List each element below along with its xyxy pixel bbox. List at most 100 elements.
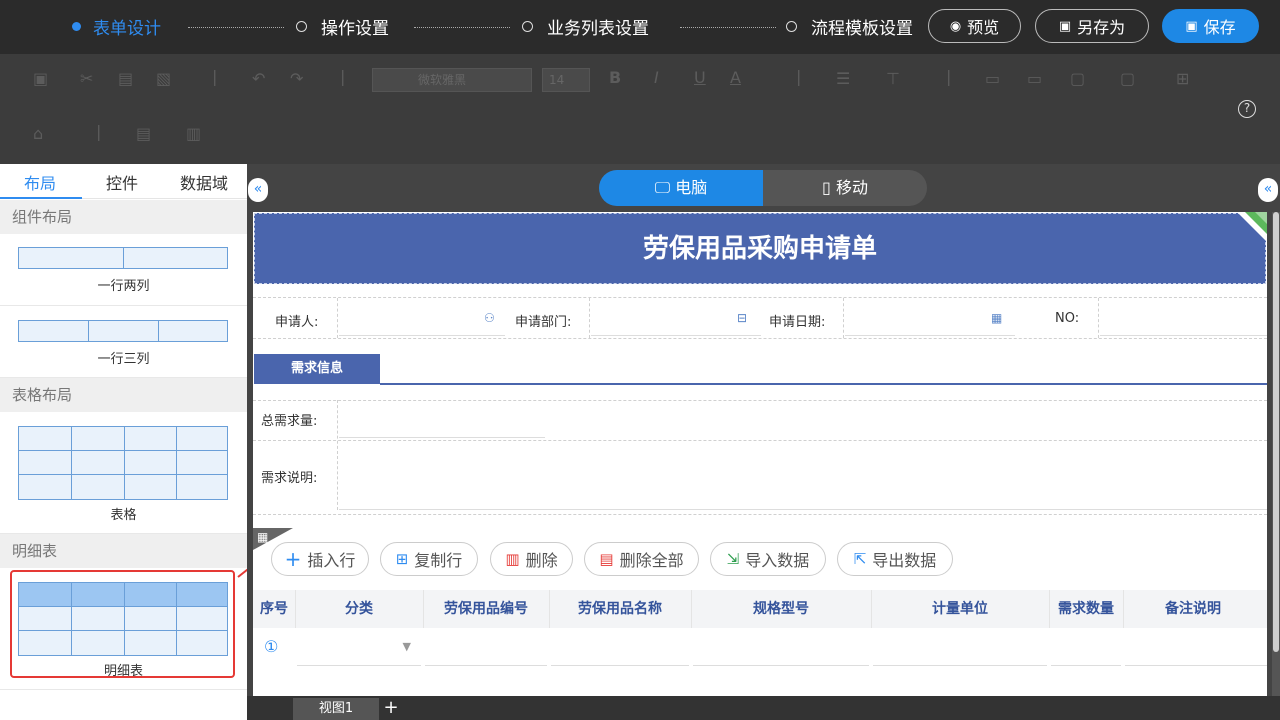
vertical-scrollbar[interactable] <box>1272 212 1280 696</box>
spec-cell[interactable] <box>693 628 869 666</box>
save-as-icon: ▣ <box>1058 18 1072 34</box>
step-connector <box>188 27 284 28</box>
remark-cell[interactable] <box>1125 628 1267 666</box>
quantity-cell[interactable] <box>1051 628 1121 666</box>
copy-format-icon[interactable]: ▣ <box>33 69 48 88</box>
insert-col-icon[interactable]: ▥ <box>186 124 201 143</box>
align-icon[interactable]: ☰ <box>836 69 850 88</box>
layout-three-col[interactable]: 一行三列 <box>0 306 247 378</box>
date-label: 申请日期: <box>769 315 826 330</box>
delete-all-label: 删除全部 <box>619 551 684 570</box>
preview-label: 预览 <box>967 18 1000 37</box>
step-connector <box>414 27 510 28</box>
split-cells-icon[interactable]: ▭ <box>1027 69 1042 88</box>
dept-label: 申请部门: <box>515 315 572 330</box>
underline-icon[interactable]: U <box>694 68 706 87</box>
copy-icon[interactable]: ▤ <box>118 69 133 88</box>
col-remark: 备注说明 <box>1165 601 1221 617</box>
view-tab-1[interactable]: 视图1 <box>293 698 379 720</box>
copy-row-button[interactable]: ⊞ 复制行 <box>380 542 478 576</box>
mobile-toggle[interactable]: ▯ 移动 <box>763 170 927 206</box>
save-as-button[interactable]: ▣ 另存为 <box>1035 9 1149 43</box>
corner-marker-icon <box>1237 212 1267 242</box>
export-icon: ⇱ <box>853 550 867 568</box>
dropdown-caret-icon[interactable]: ▼ <box>403 640 411 653</box>
layout-two-col[interactable]: 一行两列 <box>0 234 247 306</box>
tab-controls[interactable]: 控件 <box>106 170 138 194</box>
form-sheet: 劳保用品采购申请单 申请人: ⚇ 申请部门: ⊟ 申请日期: ▦ NO: 需求信… <box>253 212 1267 696</box>
save-label: 保存 <box>1203 18 1236 37</box>
border-color-icon[interactable]: ▢ <box>1070 69 1085 88</box>
grid-line <box>253 338 1267 339</box>
tab-layout[interactable]: 布局 <box>24 170 56 194</box>
add-view-button[interactable]: + <box>381 697 401 719</box>
step-form-design[interactable]: 表单设计 <box>72 14 161 39</box>
save-icon: ▣ <box>1185 18 1198 34</box>
row-index: ① <box>264 637 279 656</box>
tab-data-domain[interactable]: 数据域 <box>180 170 228 194</box>
org-icon: ⊟ <box>737 311 748 325</box>
paste-icon[interactable]: ▧ <box>156 69 171 88</box>
code-cell[interactable] <box>425 628 547 666</box>
col-code: 劳保用品编号 <box>444 601 528 617</box>
unit-cell[interactable] <box>873 628 1047 666</box>
step-label: 操作设置 <box>321 19 389 39</box>
applicant-label: 申请人: <box>275 315 319 330</box>
italic-icon[interactable]: I <box>654 68 659 87</box>
font-size-select[interactable]: 14 <box>542 68 590 92</box>
collapse-left-button[interactable]: « <box>248 178 268 202</box>
bold-icon[interactable]: B <box>609 68 621 87</box>
step-flow-template[interactable]: 流程模板设置 <box>786 14 913 39</box>
border-icon[interactable]: ⊞ <box>1176 69 1189 88</box>
highlight-box <box>10 570 235 678</box>
col-category: 分类 <box>345 601 373 617</box>
layout-table[interactable]: 表格 <box>0 412 247 534</box>
scroll-thumb[interactable] <box>1273 212 1279 652</box>
table-header: 序号 分类 劳保用品编号 劳保用品名称 规格型号 计量单位 需求数量 备注说明 <box>253 590 1267 628</box>
valign-icon[interactable]: ⊤ <box>886 69 900 88</box>
redo-icon[interactable]: ↷ <box>290 69 303 88</box>
desc-field[interactable] <box>339 442 1267 510</box>
paint-bucket-icon[interactable]: ⌂ <box>33 124 43 143</box>
step-label: 流程模板设置 <box>811 19 913 39</box>
applicant-field[interactable] <box>339 300 505 336</box>
col-unit: 计量单位 <box>932 601 988 617</box>
trash-all-icon: ▤ <box>599 550 614 568</box>
date-field[interactable] <box>845 300 1015 336</box>
category-cell[interactable]: ▼ <box>297 628 421 666</box>
font-color-icon[interactable]: A <box>730 68 741 87</box>
toolbar-divider: | <box>340 67 346 86</box>
step-list-settings[interactable]: 业务列表设置 <box>522 14 649 39</box>
preview-button[interactable]: ◉ 预览 <box>928 9 1021 43</box>
insert-row-button[interactable]: + 插入行 <box>271 542 369 576</box>
import-button[interactable]: ⇲ 导入数据 <box>710 542 826 576</box>
desktop-toggle[interactable]: 🖵 电脑 <box>599 170 763 206</box>
name-cell[interactable] <box>551 628 689 666</box>
no-field[interactable] <box>1100 300 1267 336</box>
three-col-label: 一行三列 <box>97 352 150 367</box>
export-button[interactable]: ⇱ 导出数据 <box>837 542 953 576</box>
delete-button[interactable]: ▥ 删除 <box>490 542 573 576</box>
help-icon[interactable]: ? <box>1238 100 1256 118</box>
merge-cells-icon[interactable]: ▭ <box>985 69 1000 88</box>
font-family-select[interactable]: 微软雅黑 <box>372 68 532 92</box>
cut-icon[interactable]: ✂ <box>80 69 93 88</box>
section-requirement-info[interactable]: 需求信息 <box>254 354 380 384</box>
fill-color-icon[interactable]: ▢ <box>1120 69 1135 88</box>
dept-field[interactable] <box>591 300 761 336</box>
step-label: 表单设计 <box>93 19 161 39</box>
section-component-layout: 组件布局 <box>0 200 247 234</box>
collapse-right-button[interactable]: « <box>1258 178 1278 202</box>
step-operation-settings[interactable]: 操作设置 <box>296 14 389 39</box>
active-tab-underline <box>0 197 82 199</box>
no-label: NO: <box>1055 311 1080 326</box>
total-field[interactable] <box>339 402 545 438</box>
form-title[interactable]: 劳保用品采购申请单 <box>254 213 1266 284</box>
insert-row-icon[interactable]: ▤ <box>136 124 151 143</box>
save-button[interactable]: ▣ 保存 <box>1162 9 1259 43</box>
mobile-label: 移动 <box>835 178 868 197</box>
active-step-dot <box>72 22 81 31</box>
undo-icon[interactable]: ↶ <box>252 69 265 88</box>
device-toggle: 🖵 电脑 ▯ 移动 <box>599 170 927 206</box>
delete-all-button[interactable]: ▤ 删除全部 <box>584 542 699 576</box>
